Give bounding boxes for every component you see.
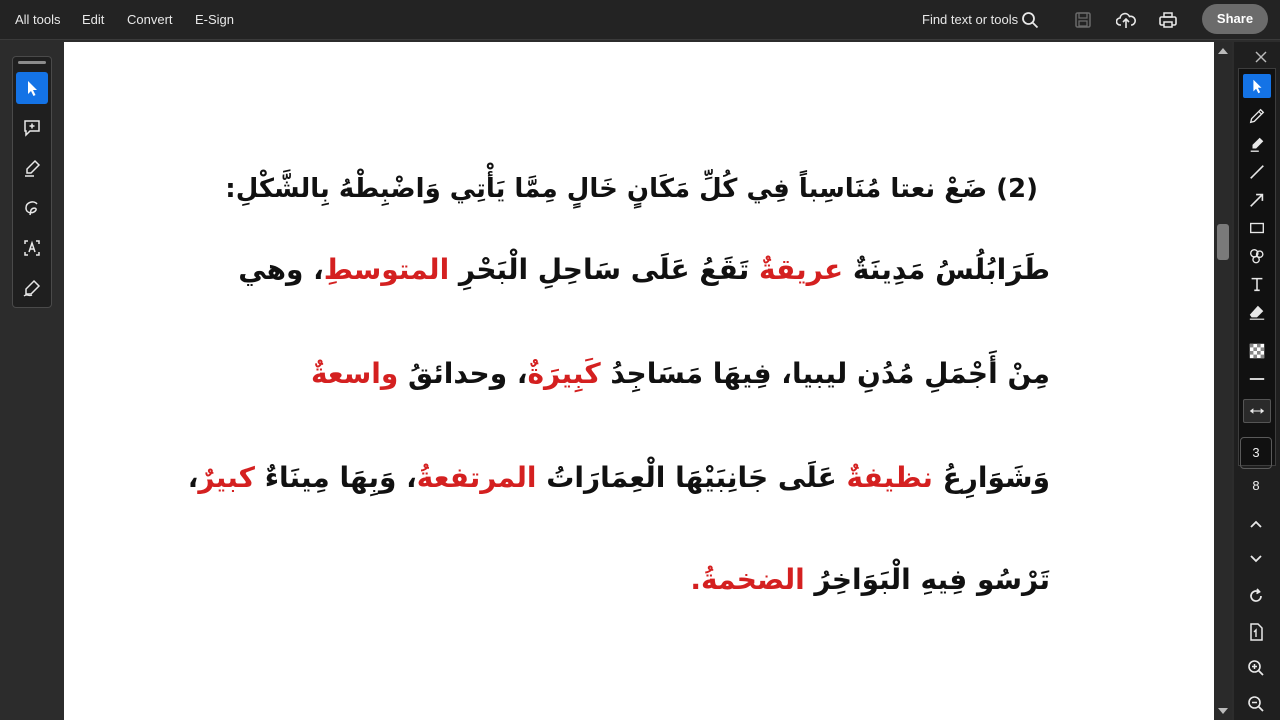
paragraph-line-2: مِنْ أَجْمَلِ مُدُنِ ليبيا، فِيهَا مَسَا… <box>310 357 1050 390</box>
sign-icon <box>23 279 41 297</box>
answer-word: كبيرٌ <box>198 461 255 494</box>
answer-word: واسعةٌ <box>310 357 399 390</box>
fit-width-tool[interactable] <box>1243 399 1271 423</box>
zoom-out-icon[interactable] <box>1246 694 1266 714</box>
pencil-icon <box>1249 108 1265 124</box>
answer-word: عريقةٌ <box>758 253 844 286</box>
top-menubar: All tools Edit Convert E-Sign Find text … <box>0 0 1280 40</box>
panel-grip[interactable] <box>18 61 46 64</box>
select-tool[interactable] <box>16 72 48 104</box>
paragraph-line-3: وَشَوَارِعُ نظيفةٌ عَلَى جَانِبَيْهَا ال… <box>187 461 1050 494</box>
print-icon[interactable] <box>1158 10 1178 30</box>
scroll-down-arrow[interactable] <box>1218 708 1228 714</box>
draw-icon <box>25 201 38 216</box>
arrow-tool[interactable] <box>1243 188 1271 212</box>
answer-word: كَبِيرَةٌ <box>527 357 601 390</box>
opacity-icon <box>1249 343 1265 359</box>
chevron-up-icon[interactable] <box>1246 514 1266 534</box>
highlight-tool[interactable] <box>16 152 48 184</box>
text-icon <box>1251 277 1263 292</box>
right-drawing-panel: 3 8 <box>1234 42 1280 720</box>
eraser-tool[interactable] <box>1243 300 1271 324</box>
rectangle-tool[interactable] <box>1243 216 1271 240</box>
stroke-width-tool[interactable] <box>1243 367 1271 391</box>
paragraph-line-4: تَرْسُو فِيهِ الْبَوَاخِرُ الضخمةُ. <box>690 563 1050 596</box>
opacity-tool[interactable] <box>1243 339 1271 363</box>
stamp-tool[interactable] <box>1243 244 1271 268</box>
chevron-down-icon[interactable] <box>1246 548 1266 568</box>
answer-word: نظيفةٌ <box>846 461 933 494</box>
scroll-up-arrow[interactable] <box>1218 48 1228 54</box>
stamp-icon <box>1250 249 1264 264</box>
answer-word: الضخمةُ <box>701 563 805 596</box>
menu-e-sign[interactable]: E-Sign <box>195 0 234 40</box>
pencil-tool[interactable] <box>1243 104 1271 128</box>
text-recognition-tool[interactable] <box>16 232 48 264</box>
vertical-scrollbar[interactable] <box>1214 42 1232 720</box>
text-tool[interactable] <box>1243 272 1271 296</box>
menu-all-tools[interactable]: All tools <box>15 0 61 40</box>
add-comment-icon <box>24 120 40 137</box>
cursor-icon <box>1253 79 1262 94</box>
draw-tool[interactable] <box>16 192 48 224</box>
add-comment-tool[interactable] <box>16 112 48 144</box>
share-button[interactable]: Share <box>1202 4 1268 34</box>
drawing-tools-box <box>1238 68 1276 466</box>
highlight-pen-icon <box>25 159 41 177</box>
search-icon[interactable] <box>1021 11 1039 29</box>
rotate-icon[interactable] <box>1246 586 1266 606</box>
arrow-icon <box>1250 193 1264 207</box>
line-icon <box>1250 165 1264 179</box>
answer-word: المرتفعةُ <box>416 461 537 494</box>
select-tool[interactable] <box>1243 74 1271 98</box>
save-icon[interactable] <box>1073 10 1093 30</box>
exercise-heading: (2) ضَعْ نعتا مُنَاسِباً فِي كُلِّ مَكَا… <box>225 174 1038 204</box>
left-tools-panel <box>12 56 52 308</box>
sign-tool[interactable] <box>16 272 48 304</box>
line-tool[interactable] <box>1243 160 1271 184</box>
pdf-page: (2) ضَعْ نعتا مُنَاسِباً فِي كُلِّ مَكَا… <box>64 42 1214 720</box>
stroke-width-icon <box>1249 378 1265 380</box>
total-pages: 8 <box>1252 478 1260 493</box>
find-text-or-tools[interactable]: Find text or tools <box>922 0 1018 40</box>
cursor-icon <box>28 81 37 96</box>
text-recognition-icon <box>24 240 40 256</box>
close-icon[interactable] <box>1254 50 1268 64</box>
zoom-in-icon[interactable] <box>1246 658 1266 678</box>
paragraph-line-1: طَرَابُلُسُ مَدِينَةٌ عريقةٌ تَقَعُ عَلَ… <box>238 253 1050 286</box>
upload-cloud-icon[interactable] <box>1116 10 1136 30</box>
answer-word: المتوسطِ <box>323 253 450 286</box>
current-page-input[interactable]: 3 <box>1240 437 1272 469</box>
scroll-thumb[interactable] <box>1217 224 1229 260</box>
page-document-icon[interactable] <box>1246 622 1266 642</box>
eraser-icon <box>1249 305 1265 320</box>
menu-convert[interactable]: Convert <box>127 0 173 40</box>
fit-width-icon <box>1249 408 1265 414</box>
menu-edit[interactable]: Edit <box>82 0 104 40</box>
highlighter-icon <box>1250 137 1264 152</box>
highlighter-tool[interactable] <box>1243 132 1271 156</box>
rectangle-icon <box>1250 222 1264 234</box>
